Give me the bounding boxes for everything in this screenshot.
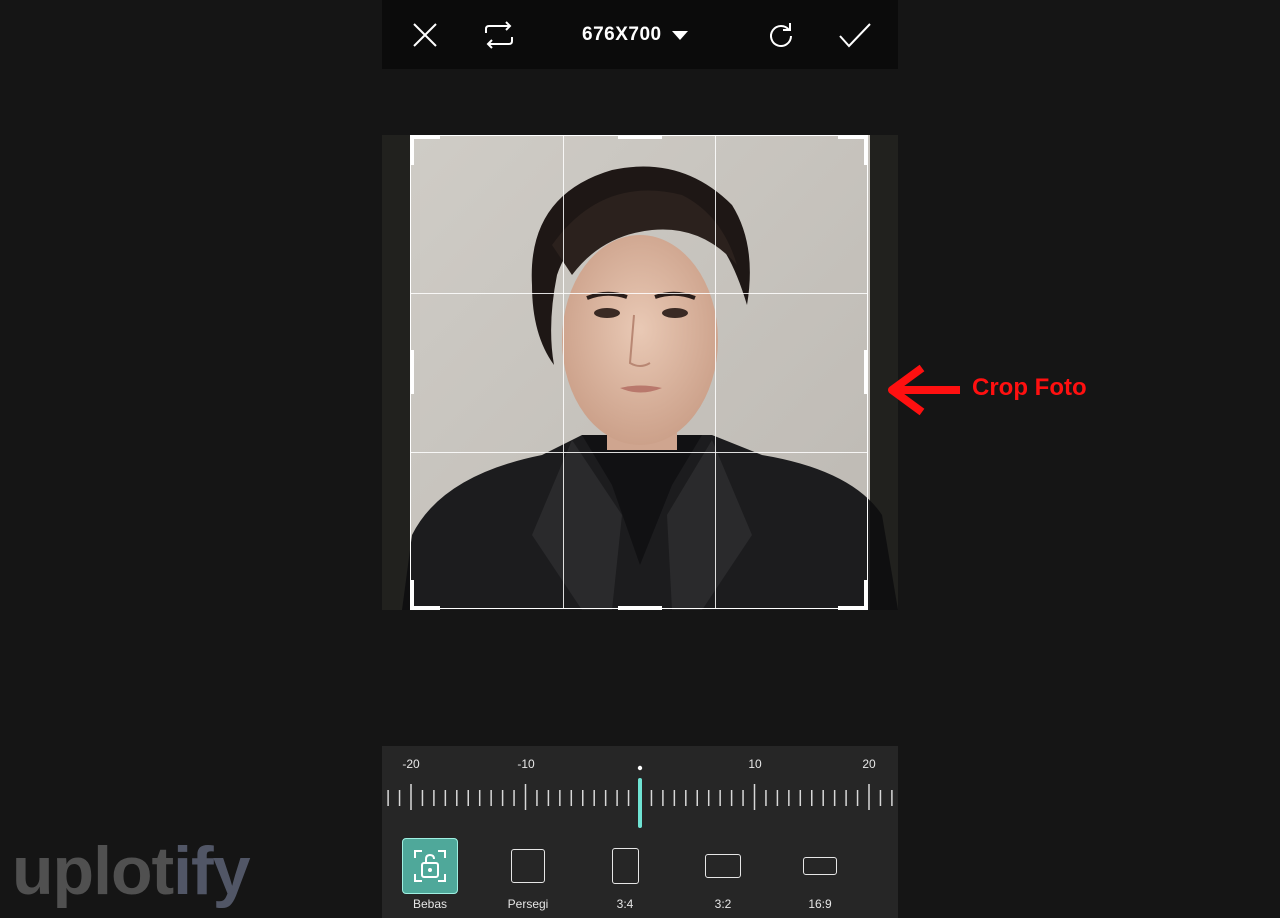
scale-label: -20	[402, 757, 420, 771]
aspect-ratio-bar: Bebas Persegi 3:4 3:2 16:9	[382, 836, 898, 918]
corner-handle-top-right[interactable]	[864, 135, 868, 165]
ratio-3-2-tile	[695, 838, 751, 894]
edge-handle-top[interactable]	[618, 135, 662, 139]
corner-handle-top-left[interactable]	[410, 135, 414, 165]
ratio-label: 3:2	[714, 897, 732, 911]
portrait-shape-icon	[611, 848, 639, 884]
arrow-left-icon	[888, 364, 960, 416]
ratio-label: Bebas	[412, 897, 448, 911]
ratio-3-4-button[interactable]: 3:4	[590, 836, 660, 918]
check-icon[interactable]	[837, 17, 873, 53]
grid-line	[411, 293, 867, 294]
mask-left	[382, 135, 410, 610]
scale-label: 20	[862, 757, 876, 771]
scale-label: -10	[517, 757, 535, 771]
ratio-3-2-button[interactable]: 3:2	[688, 836, 758, 918]
unlock-crop-icon	[414, 850, 446, 882]
ratio-square-tile	[500, 838, 556, 894]
close-icon[interactable]	[407, 17, 443, 53]
landscape-shape-icon	[705, 854, 741, 878]
watermark-logo: uplotify	[12, 833, 251, 909]
square-shape-icon	[511, 849, 545, 883]
ratio-label: 16:9	[808, 897, 832, 911]
corner-handle-bottom-left[interactable]	[410, 606, 440, 610]
edge-handle-right[interactable]	[864, 350, 868, 394]
zero-marker	[637, 765, 643, 771]
ratio-16-9-button[interactable]: 16:9	[785, 836, 855, 918]
crop-frame[interactable]	[410, 135, 868, 609]
crop-canvas[interactable]	[382, 135, 898, 610]
ratio-3-4-tile	[597, 838, 653, 894]
ratio-free-button[interactable]: Bebas	[395, 836, 465, 918]
ratio-free-tile	[402, 838, 458, 894]
corner-handle-bottom-right[interactable]	[864, 580, 868, 610]
rotation-indicator	[638, 778, 642, 828]
ratio-square-button[interactable]: Persegi	[493, 836, 563, 918]
caret-down-icon	[671, 30, 688, 40]
corner-handle-top-left[interactable]	[410, 135, 440, 139]
swap-icon[interactable]	[481, 17, 517, 53]
wide-shape-icon	[803, 857, 837, 875]
annotation-label: Crop Foto	[972, 374, 1087, 401]
ratio-label: Persegi	[507, 897, 549, 911]
corner-handle-bottom-left[interactable]	[410, 580, 414, 610]
grid-line	[715, 136, 716, 608]
phone-screen: 676X700 -20 -10 10 20 Bebas Persegi 3:4 …	[382, 0, 898, 918]
edge-handle-bottom[interactable]	[618, 606, 662, 610]
top-toolbar: 676X700	[382, 0, 898, 69]
size-label: 676X700	[582, 24, 662, 45]
grid-line	[563, 136, 564, 608]
ratio-label: 3:4	[616, 897, 634, 911]
crop-annotation: Crop Foto	[884, 364, 1144, 416]
grid-line	[411, 452, 867, 453]
size-dropdown[interactable]: 676X700	[582, 20, 688, 50]
bottom-panel: -20 -10 10 20 Bebas Persegi 3:4 3:2 16:9	[382, 746, 898, 918]
ratio-16-9-tile	[792, 838, 848, 894]
scale-label: 10	[748, 757, 762, 771]
edge-handle-left[interactable]	[410, 350, 414, 394]
redo-icon[interactable]	[763, 17, 799, 53]
rotation-ruler[interactable]	[382, 765, 898, 832]
